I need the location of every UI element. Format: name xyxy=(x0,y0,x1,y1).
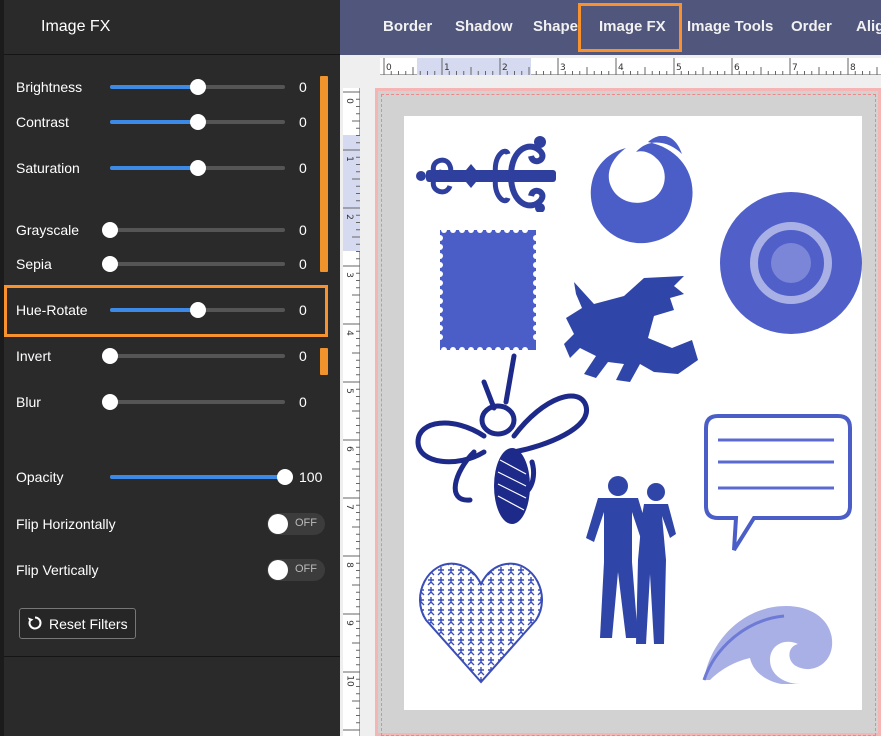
contrast-slider[interactable] xyxy=(110,114,285,130)
sepia-label: Sepia xyxy=(16,256,52,272)
blur-slider[interactable] xyxy=(102,394,285,410)
flip-horizontal-label: Flip Horizontally xyxy=(16,516,116,532)
tab-align[interactable]: Alig xyxy=(856,18,881,35)
reset-icon xyxy=(28,616,42,630)
sepia-value: 0 xyxy=(299,256,307,272)
panel-edge xyxy=(0,0,4,736)
ruler-ticks xyxy=(343,91,360,731)
stamp-image[interactable] xyxy=(436,226,540,354)
toggle-state: OFF xyxy=(295,517,317,529)
opacity-value: 100 xyxy=(299,469,323,485)
couple-silhouette-image[interactable] xyxy=(576,476,694,652)
panel-scroll-bar[interactable] xyxy=(320,76,328,272)
ruler-number: 5 xyxy=(343,388,354,394)
saturation-knob[interactable] xyxy=(189,160,206,176)
ruler-number: 7 xyxy=(792,63,798,73)
grayscale-slider[interactable] xyxy=(102,222,285,238)
opacity-label: Opacity xyxy=(16,469,64,485)
panel-title: Image FX xyxy=(41,18,111,35)
panel-divider xyxy=(4,54,340,55)
flip-vertical-toggle[interactable]: OFF xyxy=(267,559,325,581)
ruler-number: 4 xyxy=(618,63,624,73)
ruler-number: 2 xyxy=(343,214,354,220)
brightness-value: 0 xyxy=(299,79,307,95)
wave-image[interactable] xyxy=(700,600,836,684)
panel-divider-bottom xyxy=(4,656,340,657)
speech-bubble-image[interactable] xyxy=(702,412,854,554)
flip-horizontal-toggle[interactable]: OFF xyxy=(267,513,325,535)
opacity-fill xyxy=(110,475,285,479)
ruler-number: 0 xyxy=(386,63,392,73)
hue-rotate-highlight xyxy=(4,285,328,337)
contrast-label: Contrast xyxy=(16,114,69,130)
tab-image-tools[interactable]: Image Tools xyxy=(687,18,773,35)
ruler-number: 9 xyxy=(343,620,354,626)
ruler-number: 3 xyxy=(343,272,354,278)
invert-knob[interactable] xyxy=(102,348,118,364)
saturation-label: Saturation xyxy=(16,160,80,176)
contrast-value: 0 xyxy=(299,114,307,130)
bee-image[interactable] xyxy=(414,352,594,528)
toggle-state: OFF xyxy=(295,563,317,575)
grayscale-value: 0 xyxy=(299,222,307,238)
invert-label: Invert xyxy=(16,348,52,364)
sticker-sheet[interactable] xyxy=(404,116,862,710)
reset-filters-button[interactable]: Reset Filters xyxy=(19,608,136,639)
grayscale-knob[interactable] xyxy=(102,222,118,238)
invert-slider[interactable] xyxy=(102,348,285,364)
ruler-number: 0 xyxy=(343,98,354,104)
image-fx-panel: Image FX Brightness 0 Contrast 0 Saturat… xyxy=(0,0,340,736)
tab-shadow[interactable]: Shadow xyxy=(455,18,513,35)
brightness-label: Brightness xyxy=(16,79,83,95)
brightness-slider[interactable] xyxy=(110,79,285,95)
ruler-number: 6 xyxy=(734,63,740,73)
saturation-slider[interactable] xyxy=(110,160,285,176)
ruler-number: 2 xyxy=(502,63,508,73)
brightness-fill xyxy=(110,85,198,89)
ruler-number: 1 xyxy=(444,63,450,73)
target-circle-image[interactable] xyxy=(718,190,864,336)
ruler-number: 10 xyxy=(344,675,355,687)
tab-order[interactable]: Order xyxy=(791,18,832,35)
ruler-number: 1 xyxy=(343,156,354,162)
sepia-knob[interactable] xyxy=(102,256,118,272)
ruler-number: 6 xyxy=(343,446,354,452)
vertical-ruler: 0 1 2 3 4 5 6 7 8 9 10 xyxy=(343,88,360,736)
horizontal-ruler: 0 1 2 3 4 5 6 7 8 xyxy=(380,58,881,75)
brightness-knob[interactable] xyxy=(189,79,206,95)
ruler-ticks xyxy=(383,58,878,75)
ruler-number: 4 xyxy=(343,330,354,336)
blur-label: Blur xyxy=(16,394,41,410)
ruler-number: 3 xyxy=(560,63,566,73)
ruler-number: 7 xyxy=(343,504,354,510)
opacity-slider[interactable] xyxy=(110,469,293,485)
saturation-fill xyxy=(110,166,198,170)
sepia-slider[interactable] xyxy=(102,256,285,272)
contrast-knob[interactable] xyxy=(189,114,206,130)
reset-filters-label: Reset Filters xyxy=(49,616,128,632)
toggle-knob xyxy=(268,514,288,534)
ornament-image[interactable] xyxy=(416,134,561,212)
blur-knob[interactable] xyxy=(102,394,118,410)
panel-scroll-bar-lower[interactable] xyxy=(320,348,328,375)
saturation-value: 0 xyxy=(299,160,307,176)
toggle-knob xyxy=(268,560,288,580)
invert-value: 0 xyxy=(299,348,307,364)
ruler-number: 8 xyxy=(343,562,354,568)
heart-image[interactable] xyxy=(416,556,546,686)
flip-vertical-label: Flip Vertically xyxy=(16,562,99,578)
tab-border[interactable]: Border xyxy=(383,18,432,35)
active-tab-highlight xyxy=(578,3,682,52)
ruler-number: 8 xyxy=(850,63,856,73)
grayscale-label: Grayscale xyxy=(16,222,80,238)
contrast-fill xyxy=(110,120,198,124)
blur-value: 0 xyxy=(299,394,307,410)
opacity-knob[interactable] xyxy=(277,469,293,485)
ruler-number: 5 xyxy=(676,63,682,73)
tab-shape[interactable]: Shape xyxy=(533,18,578,35)
swirl-image[interactable] xyxy=(588,136,698,250)
